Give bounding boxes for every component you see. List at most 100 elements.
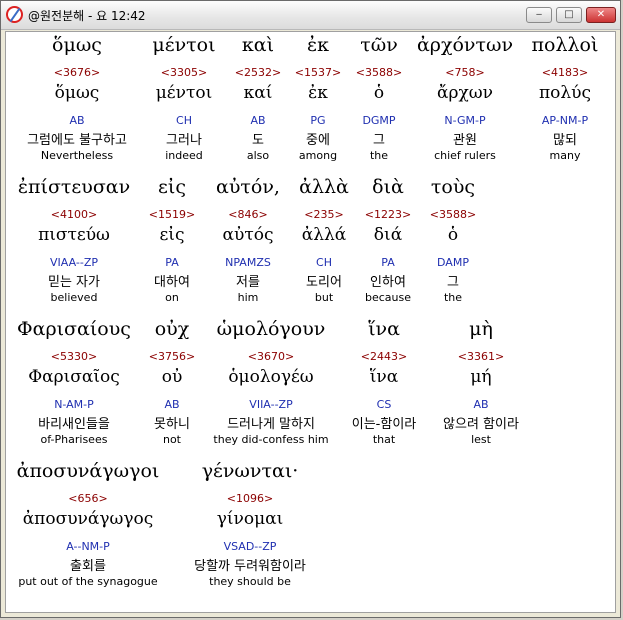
window-title: @원전분해 - 요 12:42 <box>28 9 146 23</box>
parsing-code: NPAMZS <box>225 256 271 269</box>
word-block[interactable]: μὴ <3361> μή AB 않으려 함이라 lest <box>430 316 532 456</box>
strong-number[interactable]: <4100> <box>10 208 138 221</box>
strong-number[interactable]: <2443> <box>340 350 428 363</box>
english-gloss: also <box>246 149 270 162</box>
strong-number[interactable]: <758> <box>410 66 520 79</box>
parsing-code: VSAD--ZP <box>223 540 277 553</box>
korean-gloss: 믿는 자가 <box>48 275 100 290</box>
app-logo-icon[interactable] <box>6 6 23 23</box>
title-bar[interactable]: @원전분해 - 요 12:42 ‒ □ ✕ <box>1 1 620 30</box>
interlinear-panel: ὅμως <3676> ὅμως AB 그럼에도 불구하고 Neverthele… <box>5 31 616 613</box>
word-block[interactable]: ὡμολόγουν <3670> ὁμολογέω VIIA--ZP 드러나게 … <box>202 316 340 456</box>
korean-gloss: 저를 <box>236 275 260 290</box>
english-gloss: on <box>165 291 179 304</box>
greek-word: πολλοὶ <box>531 34 599 56</box>
korean-gloss: 인하여 <box>370 275 406 290</box>
korean-gloss: 그럼에도 불구하고 <box>27 133 127 148</box>
word-block[interactable]: ἀρχόντων <758> ἄρχων N-GM-P 관원 chief rul… <box>410 32 520 172</box>
strong-number[interactable]: <3361> <box>430 350 532 363</box>
strong-number[interactable]: <1096> <box>172 492 328 505</box>
maximize-button[interactable]: □ <box>556 7 582 23</box>
korean-gloss: 많되 <box>553 133 577 148</box>
word-block[interactable]: αὐτόν, <846> αὐτός NPAMZS 저를 him <box>206 174 290 314</box>
word-block[interactable]: διὰ <1223> διά PA 인하여 because <box>358 174 418 314</box>
minimize-button[interactable]: ‒ <box>526 7 552 23</box>
word-block[interactable]: πολλοὶ <4183> πολύς AP-NM-P 많되 many <box>522 32 608 172</box>
parsing-code: VIIA--ZP <box>249 398 293 411</box>
strong-number[interactable]: <235> <box>290 208 358 221</box>
strong-number[interactable]: <3670> <box>202 350 340 363</box>
lemma: ἐκ <box>308 83 328 103</box>
parsing-code: DGMP <box>362 114 396 127</box>
word-block[interactable]: οὐχ <3756> οὐ AB 못하니 not <box>144 316 200 456</box>
strong-number[interactable]: <1223> <box>358 208 418 221</box>
greek-word: ἐκ <box>306 34 330 56</box>
korean-gloss: 도 <box>252 133 264 148</box>
lemma: ἵνα <box>369 367 399 387</box>
english-gloss: the <box>443 291 463 304</box>
strong-number[interactable]: <4183> <box>522 66 608 79</box>
english-gloss: not <box>162 433 181 446</box>
strong-number[interactable]: <3676> <box>10 66 144 79</box>
lemma: οὐ <box>161 367 183 387</box>
english-gloss: because <box>364 291 411 304</box>
word-block[interactable]: ἐπίστευσαν <4100> πιστεύω VIAA--ZP 믿는 자가… <box>10 174 138 314</box>
word-block[interactable]: τοὺς <3588> ὁ DAMP 그 the <box>420 174 486 314</box>
lemma: πιστεύω <box>38 225 110 245</box>
korean-gloss: 않으려 함이라 <box>443 417 519 432</box>
verse-line: ἀποσυνάγωγοι <656> ἀποσυνάγωγος A--NM-P … <box>10 458 610 598</box>
strong-number[interactable]: <1519> <box>144 208 200 221</box>
strong-number[interactable]: <3305> <box>148 66 220 79</box>
word-block[interactable]: μέντοι <3305> μέντοι CH 그러나 indeed <box>148 32 220 172</box>
word-block[interactable]: καὶ <2532> καί AB 도 also <box>232 32 284 172</box>
word-block[interactable]: εἰς <1519> εἰς PA 대하여 on <box>144 174 200 314</box>
strong-number[interactable]: <2532> <box>232 66 284 79</box>
strong-number[interactable]: <656> <box>10 492 166 505</box>
word-block[interactable]: τῶν <3588> ὁ DGMP 그 the <box>350 32 408 172</box>
korean-gloss: 당할까 두려워함이라 <box>194 559 306 574</box>
korean-gloss: 출회를 <box>70 559 106 574</box>
english-gloss: among <box>298 149 338 162</box>
word-block[interactable]: ἵνα <2443> ἵνα CS 이는-함이라 that <box>340 316 428 456</box>
parsing-code: AB <box>164 398 180 411</box>
english-gloss: the <box>369 149 389 162</box>
strong-number[interactable]: <3588> <box>420 208 486 221</box>
lemma: ἀποσυνάγωγος <box>22 509 154 529</box>
strong-number[interactable]: <3588> <box>350 66 408 79</box>
strong-number[interactable]: <846> <box>206 208 290 221</box>
close-button[interactable]: ✕ <box>586 7 616 23</box>
app-window: @원전분해 - 요 12:42 ‒ □ ✕ ὅμως <3676> ὅμως A… <box>0 0 621 618</box>
strong-number[interactable]: <5330> <box>10 350 138 363</box>
parsing-code: AB <box>69 114 85 127</box>
verse-line: ἐπίστευσαν <4100> πιστεύω VIAA--ZP 믿는 자가… <box>10 174 610 314</box>
strong-number[interactable]: <1537> <box>290 66 346 79</box>
greek-word: ἀρχόντων <box>416 34 514 56</box>
lemma: ἀλλά <box>301 225 347 245</box>
english-gloss: him <box>237 291 259 304</box>
greek-word: διὰ <box>372 176 404 198</box>
english-gloss: they should be <box>209 575 291 588</box>
korean-gloss: 중에 <box>306 133 330 148</box>
word-block[interactable]: Φαρισαίους <5330> Φαρισαῖος N-AM-P 바리새인들… <box>10 316 138 456</box>
word-block[interactable]: ὅμως <3676> ὅμως AB 그럼에도 불구하고 Neverthele… <box>10 32 144 172</box>
parsing-code: PA <box>165 256 179 269</box>
greek-word: Φαρισαίους <box>17 318 131 340</box>
word-block[interactable]: ἐκ <1537> ἐκ PG 중에 among <box>290 32 346 172</box>
english-gloss: but <box>314 291 334 304</box>
parsing-code: N-AM-P <box>54 398 94 411</box>
word-block[interactable]: ἀποσυνάγωγοι <656> ἀποσυνάγωγος A--NM-P … <box>10 458 166 598</box>
parsing-code: A--NM-P <box>66 540 110 553</box>
korean-gloss: 대하여 <box>154 275 190 290</box>
greek-word: γένωνται· <box>201 460 299 482</box>
parsing-code: AB <box>250 114 266 127</box>
word-block[interactable]: ἀλλὰ <235> ἀλλά CH 도리어 but <box>290 174 358 314</box>
english-gloss: chief rulers <box>434 149 496 162</box>
english-gloss: that <box>372 433 396 446</box>
greek-word: ἀλλὰ <box>299 176 349 198</box>
korean-gloss: 드러나게 말하지 <box>227 417 315 432</box>
greek-word: τοὺς <box>430 176 476 198</box>
strong-number[interactable]: <3756> <box>144 350 200 363</box>
parsing-code: CS <box>376 398 392 411</box>
parsing-code: DAMP <box>437 256 469 269</box>
word-block[interactable]: γένωνται· <1096> γίνομαι VSAD--ZP 당할까 두려… <box>172 458 328 598</box>
